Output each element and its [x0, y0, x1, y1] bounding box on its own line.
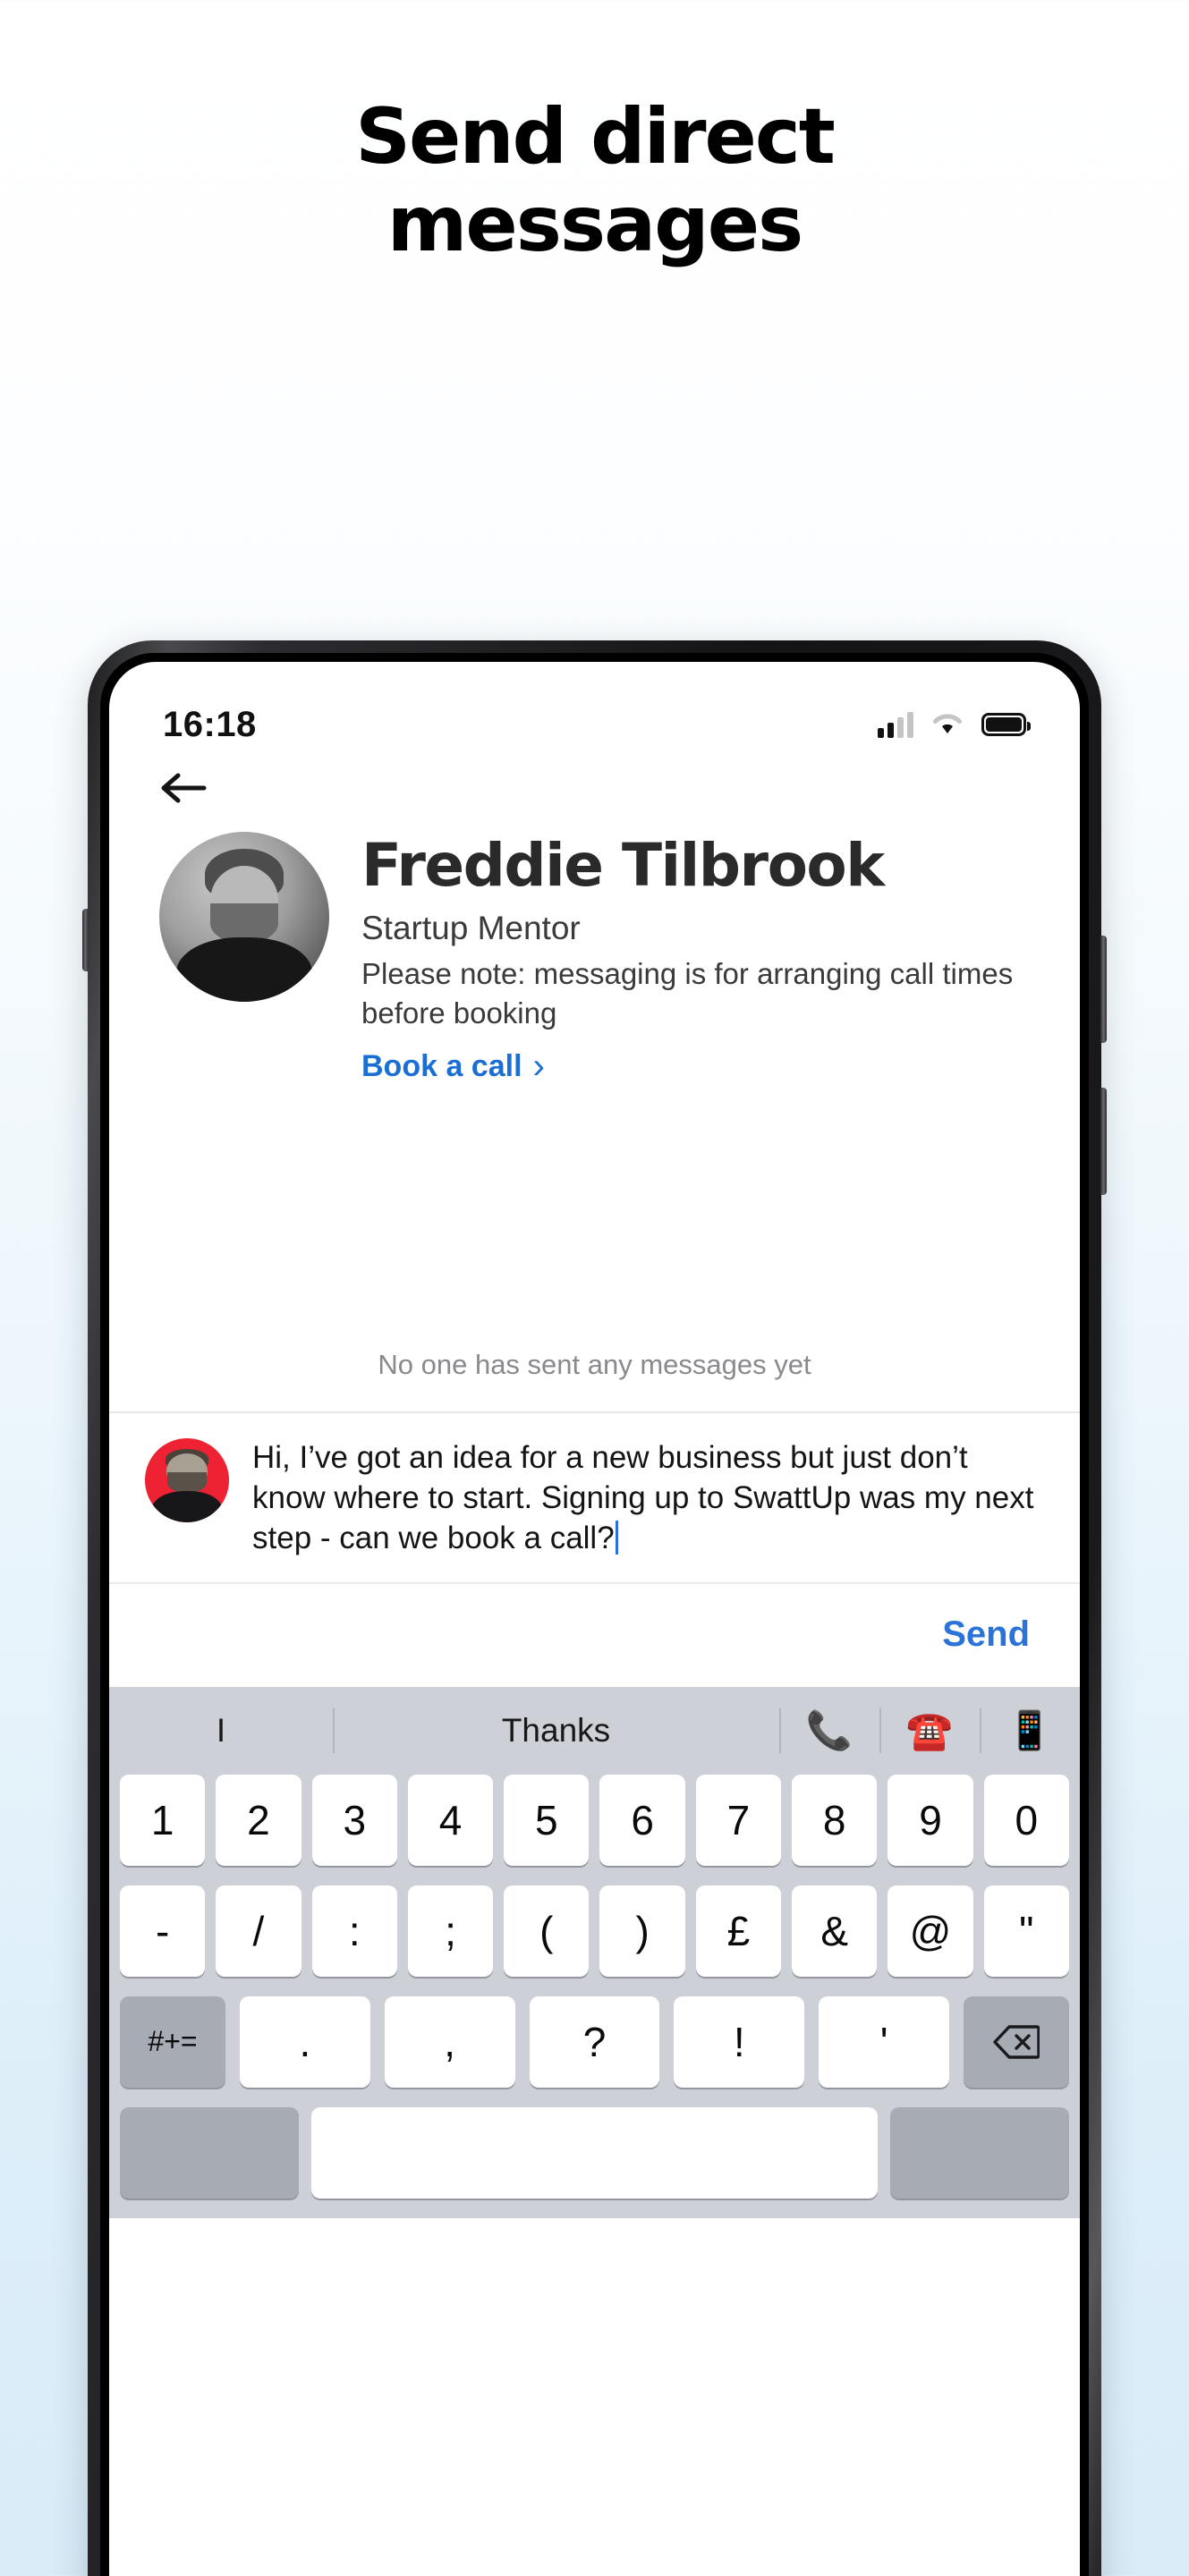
phone-mute-button[interactable] [82, 909, 89, 971]
nav-bar [109, 748, 1080, 807]
send-row: Send [109, 1581, 1080, 1687]
key-paren-open[interactable]: ( [504, 1885, 590, 1977]
keyboard-row-symbols: - / : ; ( ) £ & @ " [109, 1885, 1080, 1996]
on-screen-keyboard: I Thanks 📞 ☎️ 📱 1 2 3 4 5 6 7 8 9 0 - / … [109, 1686, 1080, 2218]
phone-volume-up-button[interactable] [1100, 936, 1107, 1043]
key-symbols-toggle[interactable]: #+= [120, 1996, 225, 2088]
profile-header: Freddie Tilbrook Startup Mentor Please n… [109, 807, 1080, 1084]
key-0[interactable]: 0 [983, 1774, 1069, 1866]
profile-role: Startup Mentor [361, 910, 581, 947]
key-7[interactable]: 7 [695, 1774, 782, 1866]
telephone-emoji[interactable]: ☎️ [879, 1703, 980, 1758]
user-avatar [145, 1438, 229, 1523]
phone-volume-down-button[interactable] [1100, 1088, 1107, 1195]
headline-line-2: messages [386, 180, 803, 269]
key-apostrophe[interactable]: ' [819, 1996, 949, 2088]
telephone-receiver-emoji[interactable]: 📞 [779, 1703, 879, 1758]
page-title: Send direct messages [0, 93, 1189, 268]
send-button[interactable]: Send [942, 1614, 1030, 1655]
key-paren-close[interactable]: ) [599, 1885, 685, 1977]
cellular-signal-icon [878, 711, 913, 738]
suggestion-word-2[interactable]: Thanks [333, 1703, 779, 1758]
mobile-phone-emoji[interactable]: 📱 [980, 1703, 1080, 1758]
status-icon-group [878, 709, 1031, 741]
wifi-icon [930, 709, 965, 741]
headline-line-1: Send direct [355, 92, 836, 182]
key-exclamation[interactable]: ! [674, 1996, 805, 2088]
message-draft-text: Hi, I’ve got an idea for a new business … [252, 1440, 1034, 1555]
key-question-mark[interactable]: ? [529, 1996, 660, 2088]
phone-screen: 16:18 Freddie Tilbrook Startup Mentor Pl… [109, 662, 1080, 2576]
key-hyphen[interactable]: - [120, 1885, 206, 1977]
key-ampersand[interactable]: & [792, 1885, 878, 1977]
key-8[interactable]: 8 [792, 1774, 878, 1866]
message-composer[interactable]: Hi, I’ve got an idea for a new business … [109, 1411, 1080, 1581]
key-4[interactable]: 4 [407, 1774, 494, 1866]
key-return[interactable] [890, 2106, 1069, 2199]
profile-avatar[interactable] [159, 832, 329, 1002]
battery-icon [981, 713, 1031, 736]
book-a-call-link[interactable]: Book a call › [361, 1048, 545, 1084]
message-input[interactable]: Hi, I’ve got an idea for a new business … [252, 1438, 1044, 1558]
phone-mockup: 16:18 Freddie Tilbrook Startup Mentor Pl… [82, 640, 1107, 2576]
status-time: 16:18 [163, 704, 257, 744]
key-space[interactable] [311, 2106, 878, 2199]
chevron-right-icon: › [532, 1046, 545, 1087]
key-period[interactable]: . [240, 1996, 370, 2088]
key-abc-toggle[interactable] [120, 2106, 299, 2199]
key-slash[interactable]: / [216, 1885, 301, 1977]
key-at[interactable]: @ [888, 1885, 973, 1977]
text-caret [615, 1520, 618, 1555]
key-5[interactable]: 5 [504, 1774, 590, 1866]
suggestion-word-1[interactable]: I [109, 1703, 333, 1758]
phone-bezel: 16:18 Freddie Tilbrook Startup Mentor Pl… [100, 653, 1089, 2576]
key-2[interactable]: 2 [216, 1774, 301, 1866]
backspace-icon[interactable] [963, 1996, 1069, 2088]
keyboard-row-bottom [109, 2106, 1080, 2218]
back-arrow-icon[interactable] [159, 769, 1030, 807]
profile-note: Please note: messaging is for arranging … [361, 957, 1014, 1030]
profile-name: Freddie Tilbrook [361, 831, 885, 900]
key-pound[interactable]: £ [695, 1885, 782, 1977]
profile-details: Freddie Tilbrook Startup Mentor Please n… [361, 831, 1030, 1085]
keyboard-row-punctuation: #+= . , ? ! ' [109, 1996, 1080, 2107]
key-quote[interactable]: " [983, 1885, 1069, 1977]
status-bar: 16:18 [109, 662, 1080, 748]
book-a-call-label: Book a call [361, 1048, 522, 1083]
thread-empty-state: No one has sent any messages yet [378, 1349, 811, 1381]
suggestion-bar: I Thanks 📞 ☎️ 📱 [109, 1687, 1080, 1775]
key-3[interactable]: 3 [311, 1774, 397, 1866]
key-comma[interactable]: , [384, 1996, 515, 2088]
key-semicolon[interactable]: ; [407, 1885, 494, 1977]
keyboard-row-numbers: 1 2 3 4 5 6 7 8 9 0 [109, 1774, 1080, 1885]
key-6[interactable]: 6 [599, 1774, 685, 1866]
key-1[interactable]: 1 [120, 1774, 206, 1866]
key-9[interactable]: 9 [888, 1774, 973, 1866]
key-colon[interactable]: : [311, 1885, 397, 1977]
